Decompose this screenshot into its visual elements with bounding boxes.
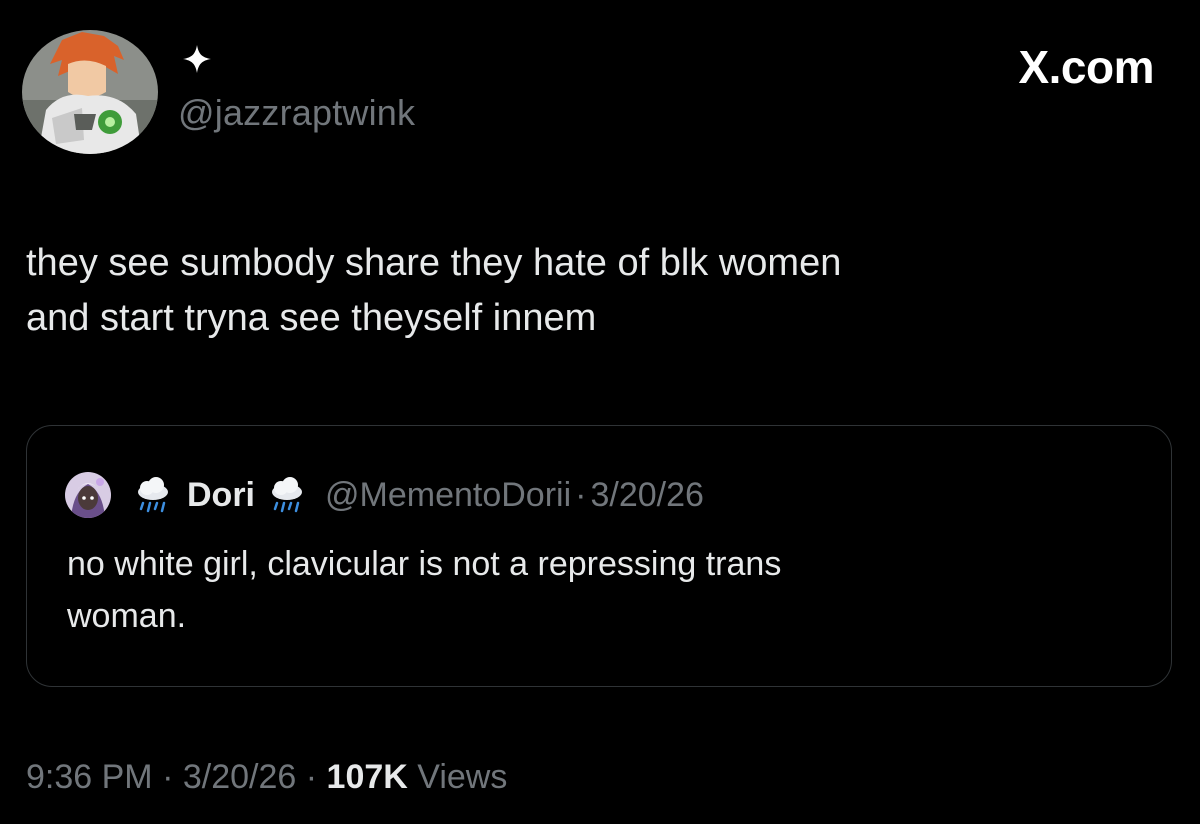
brand-label: X.com: [1018, 41, 1154, 93]
quoted-author-handle[interactable]: @MementoDorii: [325, 476, 571, 515]
quoted-tweet-header: Dori @MementoDorii · 3/20/26: [65, 472, 704, 518]
separator-dot: ·: [575, 475, 587, 514]
tweet-text: they see sumbody share they hate of blk …: [26, 236, 1146, 346]
quoted-tweet[interactable]: Dori @MementoDorii · 3/20/26 no white gi…: [26, 425, 1172, 687]
quoted-tweet-text: no white girl, clavicular is not a repre…: [67, 538, 1127, 642]
tweet-meta: 9:36 PM · 3/20/26 · 107K Views: [26, 758, 507, 797]
rain-cloud-icon: [133, 475, 173, 515]
quoted-tweet-line: woman.: [67, 597, 187, 635]
views-label: Views: [417, 758, 508, 796]
tweet-line: and start tryna see theyself innem: [26, 297, 597, 339]
rain-cloud-icon: [267, 475, 307, 515]
views-count[interactable]: 107K: [327, 758, 408, 796]
quoted-author-name[interactable]: Dori: [187, 476, 255, 515]
quoted-tweet-line: no white girl, clavicular is not a repre…: [67, 545, 782, 583]
sparkle-icon: [180, 42, 214, 76]
separator-dot: ·: [305, 758, 318, 796]
author-handle[interactable]: @jazzraptwink: [178, 92, 415, 134]
tweet-date[interactable]: 3/20/26: [183, 758, 296, 796]
author-avatar[interactable]: [22, 30, 158, 154]
quoted-tweet-date[interactable]: 3/20/26: [590, 476, 703, 515]
quoted-author-avatar[interactable]: [65, 472, 111, 518]
separator-dot: ·: [162, 758, 174, 796]
tweet-time[interactable]: 9:36 PM: [26, 758, 153, 796]
tweet-line: they see sumbody share they hate of blk …: [26, 242, 842, 284]
